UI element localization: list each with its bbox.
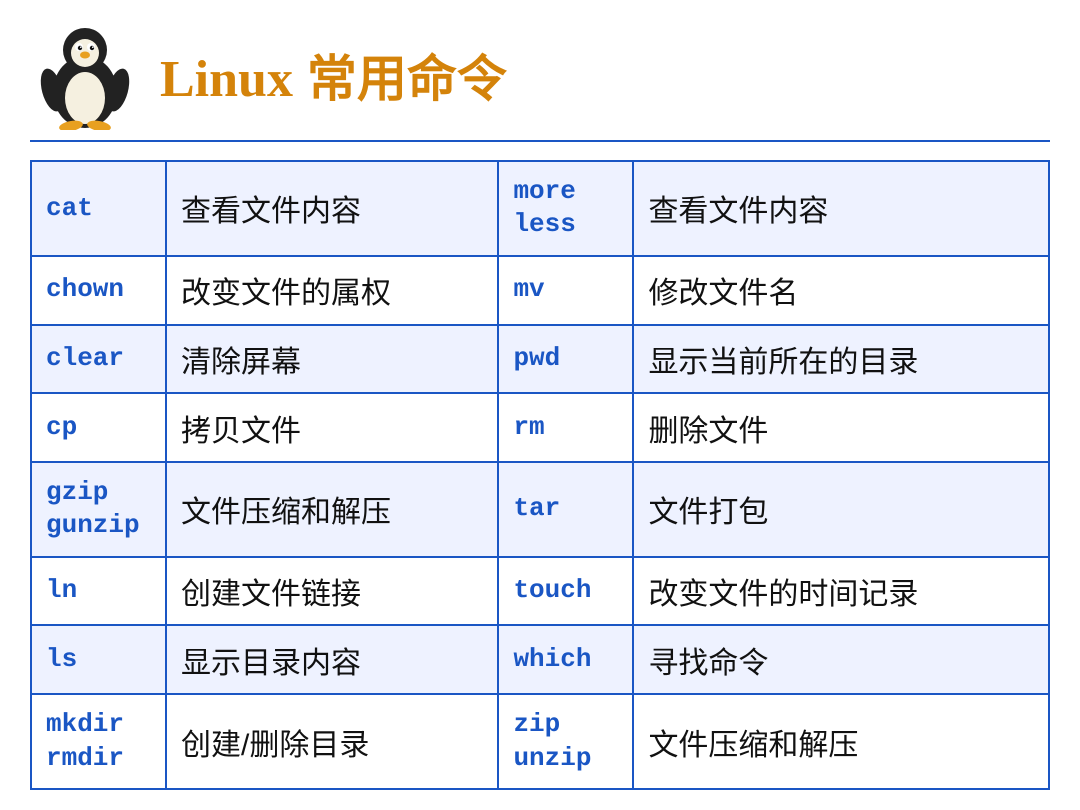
page: Linux 常用命令 cat 查看文件内容 more less 查看文件内容 c… <box>0 0 1080 810</box>
command-cell: rm <box>498 393 633 462</box>
command-cell: gzip gunzip <box>31 462 166 557</box>
command-cell: pwd <box>498 325 633 394</box>
command-cell: cp <box>31 393 166 462</box>
command-cell: tar <box>498 462 633 557</box>
desc-cell: 创建文件链接 <box>166 557 498 626</box>
desc-cell: 寻找命令 <box>633 625 1049 694</box>
header: Linux 常用命令 <box>30 20 1050 142</box>
desc-cell: 创建/删除目录 <box>166 694 498 789</box>
desc-cell: 查看文件内容 <box>633 161 1049 256</box>
desc-cell: 改变文件的属权 <box>166 256 498 325</box>
table-row: cat 查看文件内容 more less 查看文件内容 <box>31 161 1049 256</box>
page-title: Linux 常用命令 <box>160 39 507 111</box>
table-row: clear 清除屏幕 pwd 显示当前所在的目录 <box>31 325 1049 394</box>
command-cell: chown <box>31 256 166 325</box>
command-cell: touch <box>498 557 633 626</box>
command-cell: clear <box>31 325 166 394</box>
command-cell: ls <box>31 625 166 694</box>
tux-icon <box>30 20 140 130</box>
desc-cell: 清除屏幕 <box>166 325 498 394</box>
command-cell: which <box>498 625 633 694</box>
desc-cell: 文件打包 <box>633 462 1049 557</box>
command-cell: mv <box>498 256 633 325</box>
desc-cell: 改变文件的时间记录 <box>633 557 1049 626</box>
table-row: gzip gunzip 文件压缩和解压 tar 文件打包 <box>31 462 1049 557</box>
table-row: ln 创建文件链接 touch 改变文件的时间记录 <box>31 557 1049 626</box>
table-row: chown 改变文件的属权 mv 修改文件名 <box>31 256 1049 325</box>
table-row: mkdir rmdir 创建/删除目录 zip unzip 文件压缩和解压 <box>31 694 1049 789</box>
desc-cell: 显示当前所在的目录 <box>633 325 1049 394</box>
desc-cell: 拷贝文件 <box>166 393 498 462</box>
command-cell: zip unzip <box>498 694 633 789</box>
desc-cell: 文件压缩和解压 <box>633 694 1049 789</box>
desc-cell: 删除文件 <box>633 393 1049 462</box>
command-cell: ln <box>31 557 166 626</box>
command-cell: more less <box>498 161 633 256</box>
table-row: cp 拷贝文件 rm 删除文件 <box>31 393 1049 462</box>
desc-cell: 查看文件内容 <box>166 161 498 256</box>
command-cell: cat <box>31 161 166 256</box>
desc-cell: 显示目录内容 <box>166 625 498 694</box>
desc-cell: 修改文件名 <box>633 256 1049 325</box>
commands-table: cat 查看文件内容 more less 查看文件内容 chown 改变文件的属… <box>30 160 1050 790</box>
desc-cell: 文件压缩和解压 <box>166 462 498 557</box>
command-cell: mkdir rmdir <box>31 694 166 789</box>
table-row: ls 显示目录内容 which 寻找命令 <box>31 625 1049 694</box>
